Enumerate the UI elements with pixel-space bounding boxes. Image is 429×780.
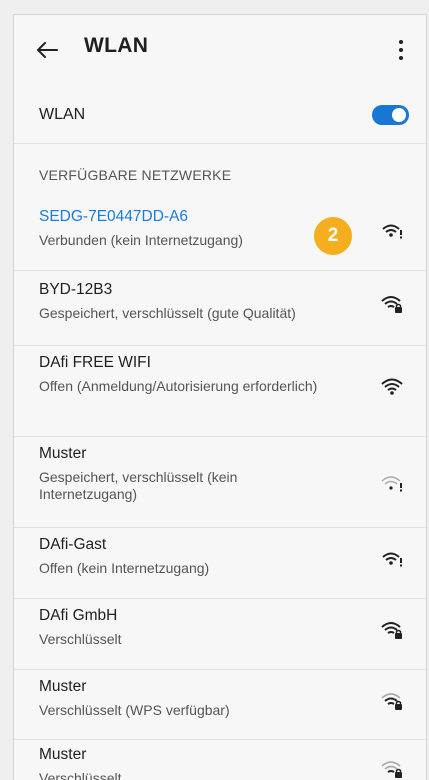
page-title: WLAN [84,34,149,57]
network-name: Muster [39,746,87,763]
settings-screen: WLAN WLAN VERFÜGBARE NETZWERKE SEDG-7E04… [13,14,427,780]
network-name: BYD-12B3 [39,281,113,298]
network-item[interactable]: Muster Verschlüsselt [14,745,426,780]
back-arrow-icon [37,42,58,58]
network-status: Gespeichert, verschlüsselt (gute Qualitä… [39,305,296,321]
wifi-lock-icon [381,693,402,710]
network-status: Verschlüsselt [39,631,122,647]
available-networks-header: VERFÜGBARE NETZWERKE [39,167,232,183]
wifi-warning-icon [382,552,402,567]
wlan-toggle-label: WLAN [39,106,86,123]
back-button[interactable] [32,35,62,65]
wifi-lock-icon [381,622,402,639]
wlan-toggle-row[interactable]: WLAN [14,87,426,144]
network-item[interactable]: BYD-12B3 Gespeichert, verschlüsselt (gut… [14,280,426,322]
more-vert-icon [399,40,403,44]
network-item[interactable]: DAfi GmbH Verschlüsselt [14,606,426,648]
network-name: DAfi GmbH [39,607,118,624]
wifi-icon [381,378,403,395]
network-item[interactable]: DAfi FREE WIFI Offen (Anmeldung/Autorisi… [14,353,426,395]
network-name: DAfi FREE WIFI [39,354,151,371]
more-options-button[interactable] [386,33,416,67]
app-bar: WLAN [14,15,426,81]
wifi-lock-icon [381,296,402,313]
callout-badge: 2 [314,217,352,255]
wlan-switch[interactable] [372,105,409,125]
wifi-lock-icon [381,761,402,778]
network-name: DAfi-Gast [39,536,107,553]
network-status: Verschlüsselt (WPS verfügbar) [39,702,230,718]
network-name: Muster [39,445,87,462]
wifi-weak-warning-icon [381,476,402,492]
wifi-warning-icon [382,224,402,239]
network-name: Muster [39,678,87,695]
network-item[interactable]: Muster Gespeichert, verschlüsselt (kein … [14,444,426,503]
network-item[interactable]: SEDG-7E0447DD-A6 Verbunden (kein Interne… [14,207,426,249]
network-name: SEDG-7E0447DD-A6 [39,208,189,225]
network-item[interactable]: Muster Verschlüsselt (WPS verfügbar) [14,677,426,719]
network-status: Offen (Anmeldung/Autorisierung erforderl… [39,378,318,394]
network-status: Gespeichert, verschlüsselt (kein Interne… [39,469,238,502]
network-item[interactable]: DAfi-Gast Offen (kein Internetzugang) [14,535,426,577]
network-status: Offen (kein Internetzugang) [39,560,210,576]
network-status: Verschlüsselt [39,770,122,780]
network-status: Verbunden (kein Internetzugang) [39,232,243,248]
